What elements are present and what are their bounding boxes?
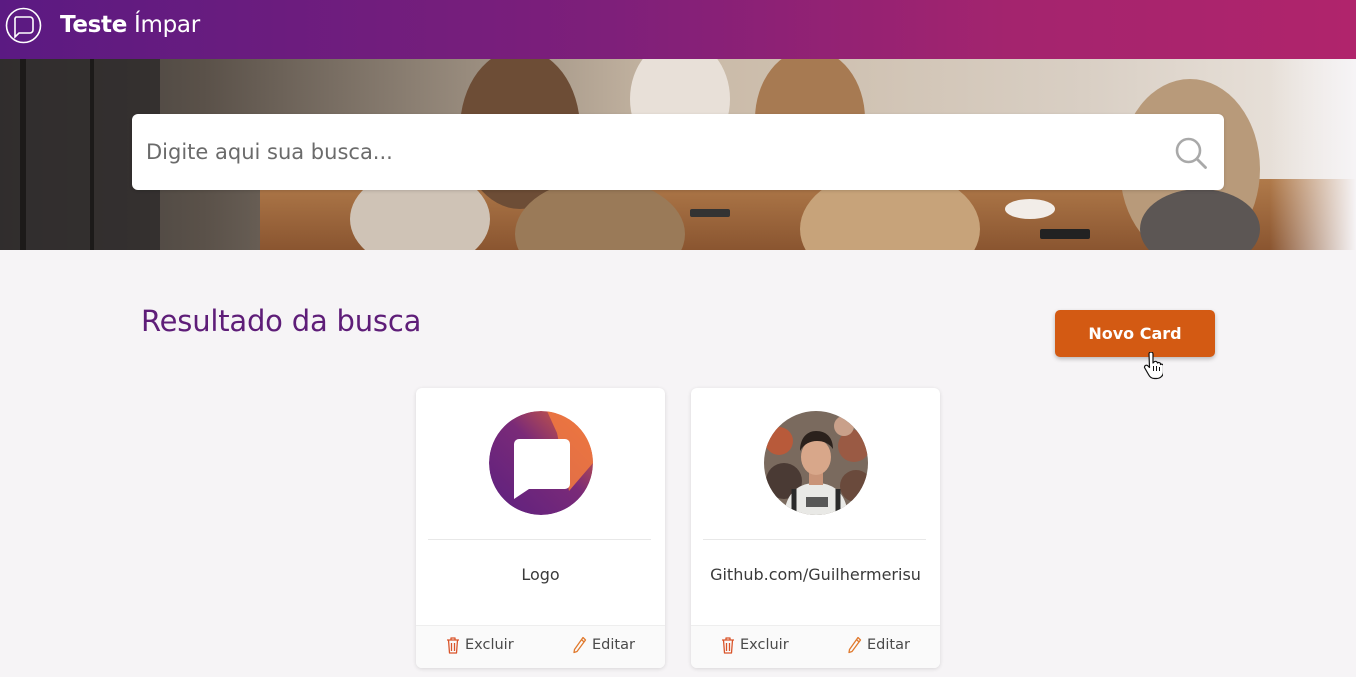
brand-title-bold: Teste bbox=[60, 12, 128, 38]
app-logo-icon[interactable] bbox=[5, 7, 42, 44]
trash-icon bbox=[447, 637, 459, 654]
edit-button[interactable]: Editar bbox=[573, 636, 635, 654]
delete-button[interactable]: Excluir bbox=[721, 636, 789, 654]
pencil-icon bbox=[573, 636, 587, 654]
edit-button[interactable]: Editar bbox=[848, 636, 910, 654]
results-title: Resultado da busca bbox=[141, 304, 422, 338]
delete-button[interactable]: Excluir bbox=[446, 636, 514, 654]
search-box bbox=[132, 114, 1224, 190]
brand-title: Teste Ímpar bbox=[60, 12, 200, 38]
search-icon[interactable] bbox=[1174, 136, 1208, 170]
brand-title-light: Ímpar bbox=[134, 12, 200, 38]
card-footer: Excluir Editar bbox=[691, 625, 940, 668]
card-avatar bbox=[489, 411, 593, 515]
edit-label: Editar bbox=[592, 637, 635, 653]
hand-cursor-icon bbox=[1143, 352, 1163, 380]
card: Logo Excluir Editar bbox=[416, 388, 665, 668]
pencil-icon bbox=[848, 636, 862, 654]
card: Github.com/Guilhermerisu Excluir Editar bbox=[691, 388, 940, 668]
logo-icon bbox=[489, 411, 593, 515]
delete-label: Excluir bbox=[740, 637, 789, 653]
trash-icon bbox=[722, 637, 734, 654]
card-footer: Excluir Editar bbox=[416, 625, 665, 668]
card-divider bbox=[428, 539, 651, 540]
card-name: Github.com/Guilhermerisu bbox=[710, 565, 921, 584]
card-avatar bbox=[764, 411, 868, 515]
card-name: Logo bbox=[521, 565, 560, 584]
user-photo bbox=[764, 411, 868, 515]
card-divider bbox=[703, 539, 926, 540]
delete-label: Excluir bbox=[465, 637, 514, 653]
edit-label: Editar bbox=[867, 637, 910, 653]
search-input[interactable] bbox=[146, 132, 1146, 172]
new-card-button[interactable]: Novo Card bbox=[1055, 310, 1215, 357]
top-bar: Teste Ímpar bbox=[0, 0, 1356, 59]
